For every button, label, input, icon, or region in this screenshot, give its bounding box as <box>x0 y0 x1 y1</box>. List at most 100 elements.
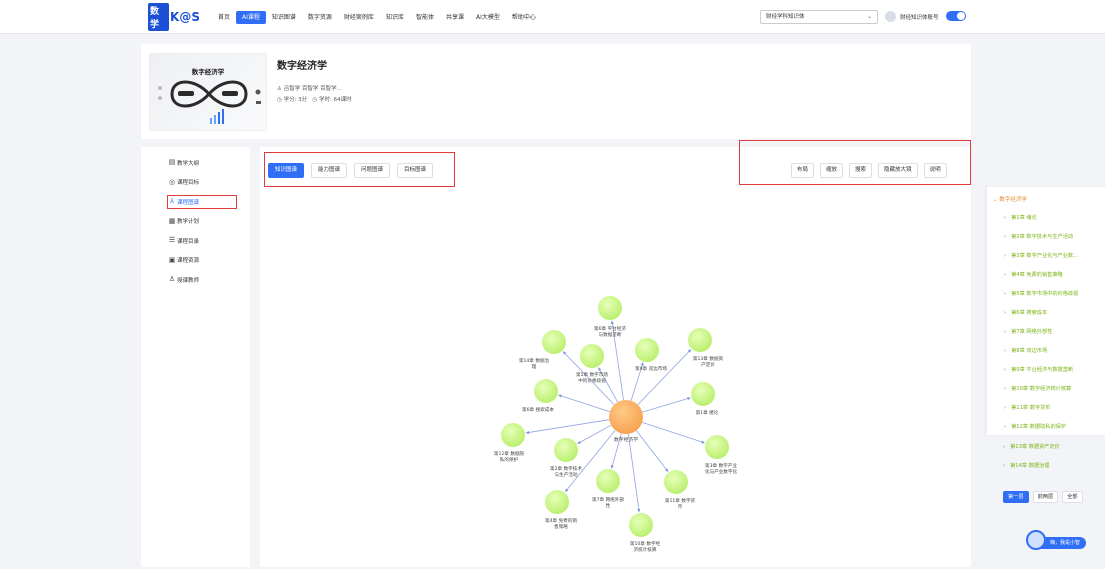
graph-node-label: 第9章 双边市场 <box>635 365 667 372</box>
graph-node-label: 第12章 数据隐 <box>494 450 525 457</box>
chapter-item[interactable]: › 第12章 数据隐私的保护 <box>1004 423 1105 430</box>
chevron-right-icon: › <box>1004 253 1007 259</box>
graph-node[interactable] <box>596 469 620 493</box>
sidebar-item[interactable]: ♙ 授课教师 <box>141 272 250 287</box>
chapter-label: 第3章 数字产业化与产业数... <box>1011 253 1079 259</box>
level-button[interactable]: 第一层 <box>1003 491 1029 503</box>
course-credits: 学分: 3分 <box>283 97 308 103</box>
level-switch: 第一层 前两层 全部 <box>1003 491 1083 503</box>
graph-node[interactable] <box>554 438 578 462</box>
graph-node[interactable] <box>691 382 715 406</box>
course-meta: ◷ 学分: 3分 ◷ 学时: 64课时 <box>277 95 352 103</box>
logo-sub: K@S <box>170 9 200 24</box>
graph-node-label: 第1章 绪论 <box>696 409 719 416</box>
chapter-label: 第1章 绪论 <box>1011 215 1037 221</box>
graph-node[interactable] <box>705 435 729 459</box>
graph-node[interactable] <box>598 296 622 320</box>
nav-item[interactable]: 知识图谱 <box>266 11 302 24</box>
graph-node[interactable] <box>542 330 566 354</box>
teacher-names: 吕智学 百智学 百智学... <box>283 86 342 92</box>
person-icon: ♙ <box>277 86 284 92</box>
graph-node[interactable] <box>545 490 569 514</box>
teacher-icon: ♙ <box>168 275 176 283</box>
nav-item[interactable]: AI课程 <box>236 11 266 24</box>
chevron-right-icon: › <box>1004 272 1007 278</box>
sidebar-item[interactable]: ▣ 课程资源 <box>141 253 250 268</box>
knowledge-select-value: 财经学科知识体 <box>766 14 805 20</box>
level-button[interactable]: 全部 <box>1062 491 1083 503</box>
nav-item[interactable]: 首页 <box>212 11 236 24</box>
graph-node[interactable] <box>580 344 604 368</box>
graph-node[interactable] <box>501 423 525 447</box>
page-title: 数字经济学 <box>277 61 327 72</box>
sidebar-item[interactable]: ◎ 课程目标 <box>141 175 250 190</box>
nav-item[interactable]: 帮助中心 <box>506 11 542 24</box>
infinity-icon <box>158 80 261 124</box>
chapter-root[interactable]: ⌄ 数字经济学 <box>993 195 1027 203</box>
course-thumbnail: 数字经济学 <box>149 53 267 131</box>
sidebar-item-label: 教学大纲 <box>177 160 200 167</box>
chapter-item[interactable]: › 第8章 双边市场 <box>1004 347 1105 354</box>
graph-node-label: 产定价 <box>701 361 715 368</box>
chapter-item[interactable]: › 第3章 数字产业化与产业数... <box>1004 252 1105 259</box>
chapter-label: 第2章 数字技术与生产活动 <box>1011 234 1074 240</box>
course-header: 数字经济学 数字经济学 ♙ 吕智学 百智学 百智学... ◷ 学分: 3分 ◷ … <box>141 44 971 139</box>
graph-node-label: 第14章 数据治 <box>519 357 550 364</box>
chapter-item[interactable]: › 第13章 数据资产定价 <box>1003 443 1060 450</box>
graph-node[interactable] <box>664 470 688 494</box>
graph-node-label: 第7章 网络外部 <box>592 496 624 503</box>
syllabus-icon: ▤ <box>168 158 176 166</box>
chapter-item[interactable]: › 第10章 数字经济统计核算 <box>1004 385 1105 392</box>
sidebar-item-label: 教学计划 <box>177 219 200 225</box>
chapter-label: 第6章 搜索成本 <box>1011 310 1048 316</box>
graph-node[interactable] <box>629 513 653 537</box>
chevron-right-icon: › <box>1004 348 1007 354</box>
chapter-item[interactable]: › 第14章 数据治理 <box>1003 462 1049 469</box>
level-button[interactable]: 前两层 <box>1032 491 1059 503</box>
chapter-item[interactable]: › 第11章 数字货币 <box>1004 404 1105 411</box>
nav-item[interactable]: 数字资源 <box>302 11 338 24</box>
chapter-item[interactable]: › 第4章 免费的销售策略 <box>1004 271 1105 278</box>
chapter-label: 第5章 数字市场中的价格歧视 <box>1011 291 1079 297</box>
sidebar-item[interactable]: ☰ 课程目录 <box>141 233 250 248</box>
chevron-down-icon: ⌄ <box>866 13 872 20</box>
graph-node-label: 性 <box>606 502 611 509</box>
mode-toggle[interactable] <box>946 11 966 21</box>
knowledge-select[interactable]: 财经学科知识体 ⌄ <box>760 10 878 24</box>
graph-node[interactable] <box>534 379 558 403</box>
graph-node[interactable] <box>688 328 712 352</box>
chevron-right-icon: › <box>1004 329 1007 335</box>
chapter-item[interactable]: › 第7章 网络外部性 <box>1004 328 1105 335</box>
chapter-item[interactable]: › 第6章 搜索成本 <box>1004 309 1105 316</box>
chapter-item[interactable]: › 第1章 绪论 <box>1004 214 1105 221</box>
knowledge-graph[interactable]: 第6章 平台经济与数据垄断第14章 数据治理第5章 数字市场中的价格歧视 第9章 … <box>260 190 971 567</box>
avatar[interactable] <box>885 11 896 22</box>
graph-node[interactable] <box>635 338 659 362</box>
nav-item[interactable]: AI大模型 <box>470 11 506 24</box>
chevron-right-icon: › <box>1004 405 1007 411</box>
graph-node-label: 第2章 数字技术 <box>550 465 582 472</box>
graph-node-label: 第13章 数据资 <box>693 355 724 362</box>
nav-item[interactable]: 知识库 <box>380 11 410 24</box>
nav-item[interactable]: 财经案例库 <box>338 11 380 24</box>
graph-node-label: 第4章 免费的销 <box>545 517 577 524</box>
sidebar-item[interactable]: ▦ 教学计划 <box>141 214 250 229</box>
graph-edge <box>642 421 705 444</box>
graph-node-label: 第10章 数字经 <box>630 540 661 547</box>
nav-item[interactable]: 智能体 <box>410 11 440 24</box>
chapter-item[interactable]: › 第2章 数字技术与生产活动 <box>1004 233 1105 240</box>
chapter-label: 第11章 数字货币 <box>1011 405 1051 411</box>
site-logo[interactable]: 数学 K@S <box>148 2 200 31</box>
graph-center-node[interactable] <box>609 400 643 434</box>
graph-node-label: 与生产活动 <box>555 471 578 478</box>
chapter-item[interactable]: › 第9章 平台经济与数据垄断 <box>1004 366 1105 373</box>
graph-node-label: 第11章 数字货 <box>665 497 696 504</box>
nav-item[interactable]: 共享课 <box>440 11 470 24</box>
user-name[interactable]: 财经知识体账号 <box>900 13 939 21</box>
sidebar-item[interactable]: ▤ 教学大纲 <box>141 155 250 170</box>
assistant-widget[interactable]: 嗨，我是小智 <box>1026 530 1086 552</box>
graph-node-label: 第6章 搜索成本 <box>522 406 554 413</box>
chapter-label: 第12章 数据隐私的保护 <box>1011 424 1067 430</box>
chapter-label: 第8章 双边市场 <box>1011 348 1048 354</box>
chapter-item[interactable]: › 第5章 数字市场中的价格歧视 <box>1004 290 1105 297</box>
